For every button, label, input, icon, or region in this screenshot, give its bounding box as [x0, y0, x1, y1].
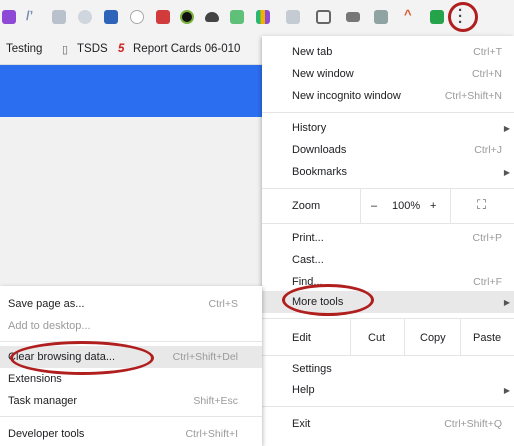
menu-cast[interactable]: Cast... — [292, 254, 324, 266]
gray2-extension-icon[interactable] — [374, 10, 388, 24]
blue-extension-icon[interactable] — [104, 10, 118, 24]
chevron-extension-icon[interactable]: ^ — [404, 7, 418, 22]
annotation-circle-clear-data — [10, 341, 154, 375]
menu-divider — [262, 223, 514, 224]
menu-new-tab[interactable]: New tab — [292, 46, 332, 58]
page-banner — [0, 65, 262, 117]
menu-zoom-label: Zoom — [292, 200, 321, 212]
menu-bookmarks[interactable]: Bookmarks — [292, 166, 347, 178]
menu-new-incognito[interactable]: New incognito window — [292, 90, 401, 102]
document-icon: ▯ — [62, 44, 69, 56]
menu-edit-label: Edit — [292, 332, 311, 344]
menu-print[interactable]: Print... — [292, 232, 324, 244]
submenu-extensions[interactable]: Extensions — [8, 373, 62, 385]
cast-extension-icon[interactable] — [316, 10, 331, 24]
menu-divider — [262, 406, 514, 407]
new-incognito-shortcut: Ctrl+Shift+N — [444, 90, 502, 102]
menu-help[interactable]: Help — [292, 384, 315, 396]
zoom-divider — [360, 189, 361, 223]
edit-divider — [350, 319, 351, 355]
submenu-arrow-icon: ▶ — [503, 386, 510, 395]
circle-extension-icon[interactable] — [78, 10, 92, 24]
submenu-arrow-icon: ▶ — [503, 124, 510, 133]
annotation-circle-menu — [448, 2, 478, 32]
new-tab-shortcut: Ctrl+T — [473, 46, 502, 58]
submenu-arrow-icon: ▶ — [503, 298, 510, 307]
photo-extension-icon[interactable] — [346, 12, 360, 22]
report-cards-logo-icon: 5 — [118, 43, 125, 55]
downloads-shortcut: Ctrl+J — [474, 144, 502, 156]
zoom-out-button[interactable]: – — [371, 200, 377, 212]
twitch-extension-icon[interactable] — [2, 10, 16, 24]
copy-button[interactable]: Copy — [420, 332, 446, 344]
pen-extension-icon[interactable]: /ʼ — [26, 8, 40, 23]
cut-button[interactable]: Cut — [368, 332, 385, 344]
bookmark-report-cards[interactable]: Report Cards 06-010 — [133, 43, 240, 55]
submenu-add-desktop: Add to desktop... — [8, 320, 91, 332]
bookmark-testing[interactable]: Testing — [6, 43, 42, 55]
menu-divider — [262, 188, 514, 189]
menu-divider — [262, 355, 514, 356]
submenu-save-page[interactable]: Save page as... — [8, 298, 84, 310]
submenu-developer-tools[interactable]: Developer tools — [8, 428, 84, 440]
edit-divider — [460, 319, 461, 355]
submenu-arrow-icon: ▶ — [503, 168, 510, 177]
submenu-divider — [0, 416, 262, 417]
mail-extension-icon[interactable] — [156, 10, 170, 24]
menu-new-window[interactable]: New window — [292, 68, 354, 80]
menu-divider — [262, 318, 514, 319]
chrome-main-menu: New tab Ctrl+T New window Ctrl+N New inc… — [262, 36, 514, 446]
image-extension-icon[interactable] — [286, 10, 300, 24]
zoom-level: 100% — [392, 200, 421, 212]
new-window-shortcut: Ctrl+N — [471, 68, 502, 80]
green-square-extension-icon[interactable] — [430, 10, 444, 24]
fullscreen-icon[interactable]: ⛶ — [477, 197, 486, 213]
find-shortcut: Ctrl+F — [473, 276, 502, 288]
clear-data-shortcut: Ctrl+Shift+Del — [172, 351, 238, 363]
cloud-extension-icon[interactable] — [205, 12, 219, 22]
menu-history[interactable]: History — [292, 122, 326, 134]
save-page-shortcut: Ctrl+S — [208, 298, 238, 310]
dev-tools-shortcut: Ctrl+Shift+I — [185, 428, 238, 440]
task-manager-shortcut: Shift+Esc — [193, 395, 238, 407]
camera-extension-icon[interactable] — [180, 10, 194, 24]
edit-divider — [404, 319, 405, 355]
zoom-in-button[interactable]: + — [430, 200, 436, 212]
more-tools-submenu: Save page as... Ctrl+S Add to desktop...… — [0, 286, 262, 446]
bars-extension-icon[interactable] — [256, 10, 270, 24]
gray-extension-icon[interactable] — [52, 10, 66, 24]
submenu-divider — [0, 341, 262, 342]
menu-downloads[interactable]: Downloads — [292, 144, 346, 156]
exit-shortcut: Ctrl+Shift+Q — [444, 418, 502, 430]
extension-toolbar: /ʼ ^ · · · — [0, 0, 514, 36]
print-shortcut: Ctrl+P — [472, 232, 502, 244]
zoom-divider — [450, 189, 451, 223]
menu-divider — [262, 112, 514, 113]
menu-settings[interactable]: Settings — [292, 363, 332, 375]
annotation-circle-more-tools — [282, 284, 374, 316]
green-extension-icon[interactable] — [230, 10, 244, 24]
paste-button[interactable]: Paste — [473, 332, 501, 344]
submenu-task-manager[interactable]: Task manager — [8, 395, 77, 407]
menu-exit[interactable]: Exit — [292, 418, 310, 430]
bookmark-tsds[interactable]: TSDS — [77, 43, 108, 55]
clock-extension-icon[interactable] — [130, 10, 144, 24]
